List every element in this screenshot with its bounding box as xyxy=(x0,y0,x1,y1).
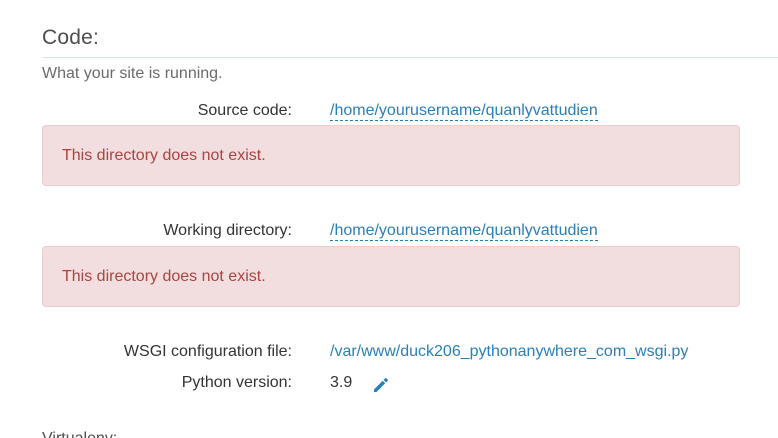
section-divider xyxy=(42,57,778,58)
source-code-label: Source code: xyxy=(197,102,292,119)
working-directory-value-wrapper: /home/yourusername/quanlyvattudien xyxy=(330,222,598,241)
section-subtitle: What your site is running. xyxy=(42,65,223,82)
python-version-label: Python version: xyxy=(181,374,292,391)
python-version-value: 3.9 xyxy=(330,374,353,391)
pencil-icon[interactable] xyxy=(371,375,391,395)
source-code-path-link[interactable]: /home/yourusername/quanlyvattudien xyxy=(330,102,598,121)
working-directory-error-alert: This directory does not exist. xyxy=(42,246,740,307)
python-version-value-wrapper: 3.9 xyxy=(330,374,352,392)
wsgi-config-file-link[interactable]: /var/www/duck206_pythonanywhere_com_wsgi… xyxy=(330,343,688,360)
source-code-error-alert: This directory does not exist. xyxy=(42,125,740,186)
section-title: Code: xyxy=(42,26,100,49)
working-directory-path-link[interactable]: /home/yourusername/quanlyvattudien xyxy=(330,222,598,241)
wsgi-config-value-wrapper: /var/www/duck206_pythonanywhere_com_wsgi… xyxy=(330,343,688,361)
code-section: Code: What your site is running. Source … xyxy=(0,0,778,438)
next-section-title: Virtualenv: xyxy=(42,430,117,438)
working-directory-error-text: This directory does not exist. xyxy=(62,268,266,285)
source-code-error-text: This directory does not exist. xyxy=(62,147,266,164)
source-code-value-wrapper: /home/yourusername/quanlyvattudien xyxy=(330,102,598,121)
working-directory-label: Working directory: xyxy=(163,222,292,239)
wsgi-config-label: WSGI configuration file: xyxy=(123,343,292,360)
